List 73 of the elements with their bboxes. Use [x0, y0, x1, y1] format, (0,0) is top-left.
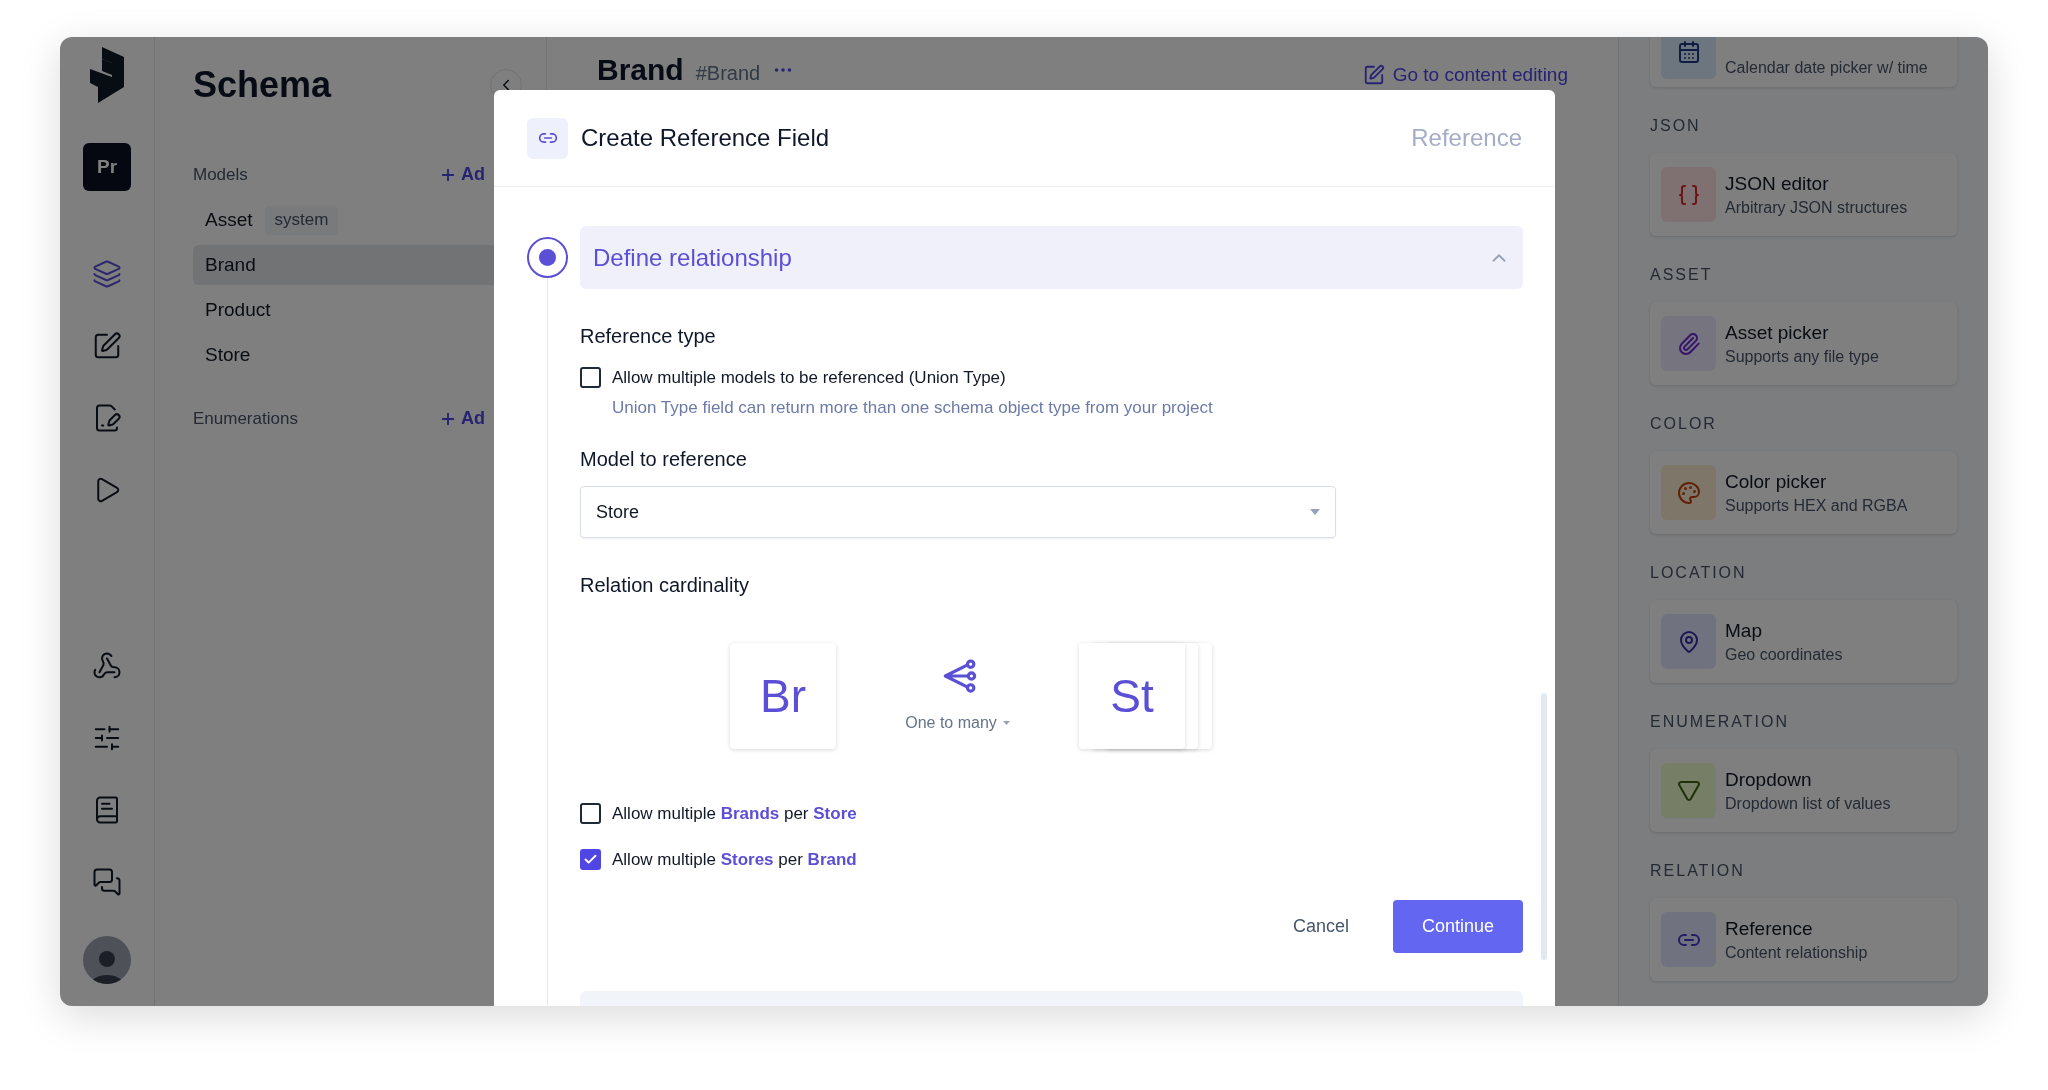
- page-title: Brand: [597, 52, 684, 88]
- checkbox[interactable]: [580, 848, 601, 870]
- section-label: Enumerations: [193, 407, 298, 430]
- section-heading: Model to reference: [580, 447, 748, 472]
- project-badge[interactable]: Pr: [83, 143, 131, 191]
- model-item[interactable]: Asset system: [193, 200, 546, 240]
- model-name: Brand: [205, 252, 256, 277]
- caret-icon: [1310, 509, 1320, 515]
- continue-button[interactable]: Continue: [1393, 900, 1523, 953]
- field-type-card[interactable]: Asset picker Supports any file type: [1650, 302, 1957, 385]
- palette-icon: [1661, 465, 1716, 520]
- section-heading: Relation cardinality: [580, 573, 750, 598]
- field-type-description: Supports any file type: [1725, 346, 1879, 367]
- braces-icon: [1661, 167, 1716, 222]
- field-type-title: Color picker: [1725, 469, 1828, 494]
- paperclip-icon: [1661, 316, 1716, 371]
- field-type-description: Content relationship: [1725, 942, 1868, 963]
- checkbox-label: Allow multiple models to be referenced (Union Type): [612, 367, 1006, 389]
- field-type-description: Geo coordinates: [1725, 644, 1843, 665]
- content-editing-link[interactable]: Go to content editing: [1362, 61, 1568, 90]
- model-card: Br: [730, 643, 836, 749]
- logo-icon: [90, 47, 124, 103]
- field-type-description: Arbitrary JSON structures: [1725, 197, 1908, 218]
- field-type-description: Supports HEX and RGBA: [1725, 495, 1908, 516]
- group-label: ASSET: [1650, 265, 1714, 285]
- checkbox[interactable]: [580, 803, 601, 825]
- field-type-title: Asset picker: [1725, 320, 1830, 345]
- calendar-icon: [1661, 37, 1716, 79]
- section-label: Models: [193, 163, 248, 186]
- checkbox[interactable]: [580, 367, 601, 389]
- field-type-card[interactable]: Reference Content relationship: [1650, 898, 1957, 981]
- add-button[interactable]: Ad: [439, 161, 485, 188]
- field-type-description: Dropdown list of values: [1725, 793, 1891, 814]
- section-heading: Reference type: [580, 324, 717, 349]
- group-label: COLOR: [1650, 414, 1718, 434]
- field-type-card[interactable]: Map Geo coordinates: [1650, 600, 1957, 683]
- field-type-title: Reference: [1725, 916, 1814, 941]
- group-label: RELATION: [1650, 861, 1746, 881]
- group-label: LOCATION: [1650, 563, 1748, 583]
- group-label: JSON: [1650, 116, 1702, 136]
- field-type-description: Calendar date picker w/ time: [1725, 58, 1928, 78]
- field-type-label: Reference: [1411, 123, 1522, 153]
- system-badge: system: [264, 205, 339, 235]
- field-type-card[interactable]: Dropdown Dropdown list of values: [1650, 749, 1957, 832]
- api-id: #Brand: [695, 61, 761, 86]
- link-icon: [1661, 912, 1716, 967]
- panel-title: Schema: [193, 63, 332, 107]
- field-type-title: JSON editor: [1725, 171, 1830, 196]
- field-type-title: Dropdown: [1725, 767, 1813, 792]
- add-button[interactable]: Ad: [439, 405, 485, 432]
- scrollbar[interactable]: [1541, 693, 1547, 960]
- field-type-card[interactable]: JSON editor Arbitrary JSON structures: [1650, 153, 1957, 236]
- cancel-button[interactable]: Cancel: [1280, 900, 1361, 953]
- checkbox-hint: Union Type field can return more than one schema object type from your project: [612, 396, 1214, 419]
- model-card-stack: St: [1079, 643, 1212, 749]
- field-type-card[interactable]: Color picker Supports HEX and RGBA: [1650, 451, 1957, 534]
- checkbox-label: Allow multiple Stores per Brand: [612, 848, 857, 871]
- cardinality-dropdown[interactable]: One to many: [905, 711, 1010, 735]
- step-header[interactable]: Define relationship: [580, 226, 1523, 289]
- avatar[interactable]: [83, 936, 131, 984]
- model-select[interactable]: Store: [580, 486, 1336, 538]
- field-type-title: Map: [1725, 618, 1763, 643]
- model-name: Store: [205, 342, 251, 367]
- group-label: ENUMERATION: [1650, 712, 1791, 732]
- field-type-card[interactable]: Calendar date picker w/ time: [1650, 37, 1957, 87]
- checkbox-label: Allow multiple Brands per Store: [612, 803, 857, 825]
- modal-title: Create Reference Field: [581, 123, 830, 153]
- model-name: Asset: [205, 207, 253, 232]
- caret-icon: [1002, 721, 1010, 725]
- map-pin-icon: [1661, 614, 1716, 669]
- model-name: Product: [205, 297, 271, 322]
- edit-icon: [1362, 64, 1385, 87]
- link-icon: [527, 117, 568, 159]
